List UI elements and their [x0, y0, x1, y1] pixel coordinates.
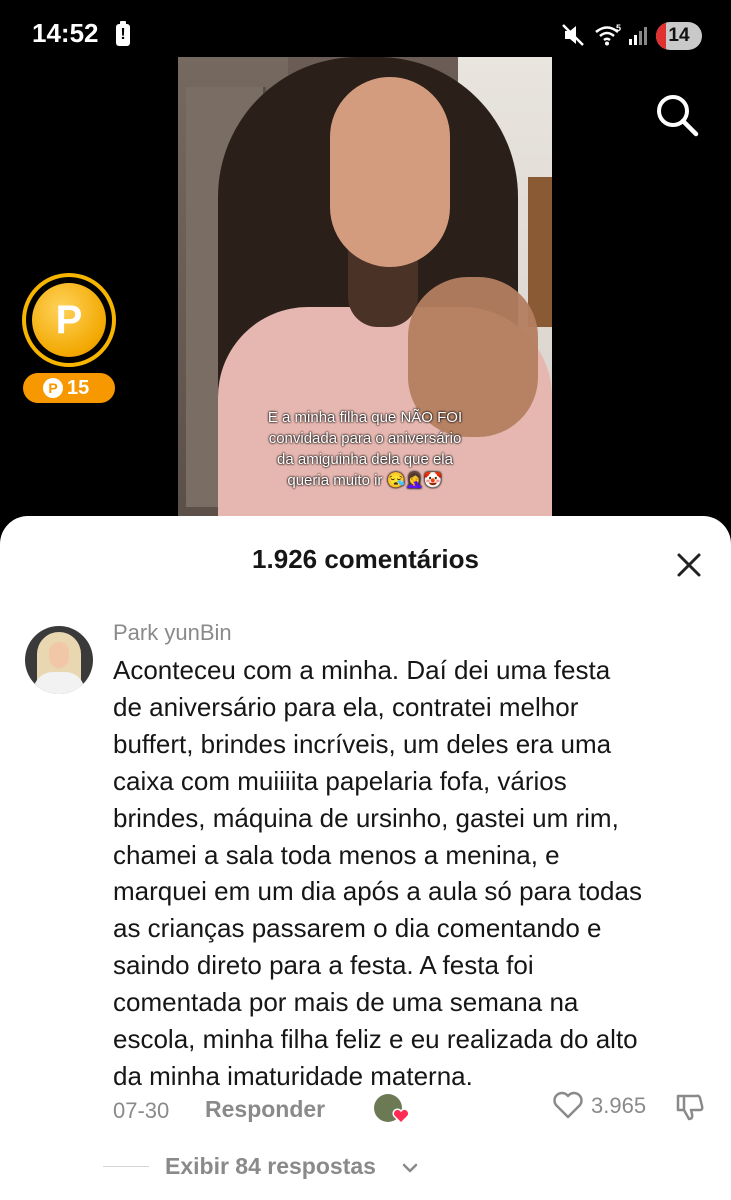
like-count: 3.965 — [591, 1093, 647, 1118]
points-icon: P — [43, 378, 63, 398]
comment-text: Aconteceu com a minha. Daí dei uma festa… — [113, 655, 642, 1091]
avatar[interactable] — [25, 626, 93, 694]
battery-warning-icon: ! — [116, 21, 130, 46]
wifi-icon: 5 — [595, 23, 621, 46]
battery-icon: 14 — [656, 22, 702, 50]
replies-divider — [103, 1166, 149, 1167]
comment-date: 07-30 — [113, 1098, 170, 1123]
reward-points-badge[interactable]: P 15 — [23, 373, 115, 403]
comment-username[interactable]: Park yunBin — [113, 620, 232, 646]
reward-coin-icon[interactable]: P — [32, 283, 106, 357]
video-caption: E a minha filha que NÃO FOI convidada pa… — [267, 409, 463, 489]
comments-title: 1.926 comentários — [252, 544, 479, 574]
svg-text:5: 5 — [616, 23, 621, 33]
points-count: 15 — [67, 377, 90, 399]
view-replies-button[interactable]: Exibir 84 respostas — [165, 1153, 376, 1180]
heart-icon — [392, 1108, 410, 1124]
dislike-icon[interactable] — [674, 1090, 706, 1122]
chevron-down-icon[interactable] — [400, 1158, 420, 1178]
like-heart-icon[interactable] — [552, 1090, 584, 1120]
signal-icon — [629, 27, 647, 45]
video-player[interactable]: E a minha filha que NÃO FOI convidada pa… — [178, 57, 552, 522]
mute-icon — [562, 24, 584, 46]
comments-sheet: 1.926 comentários Park yunBin Aconteceu … — [0, 516, 731, 1200]
status-time: 14:52 — [32, 18, 99, 48]
reply-button[interactable]: Responder — [205, 1096, 325, 1123]
search-icon[interactable] — [654, 92, 700, 138]
close-icon[interactable] — [672, 548, 706, 582]
battery-level: 14 — [668, 25, 690, 46]
